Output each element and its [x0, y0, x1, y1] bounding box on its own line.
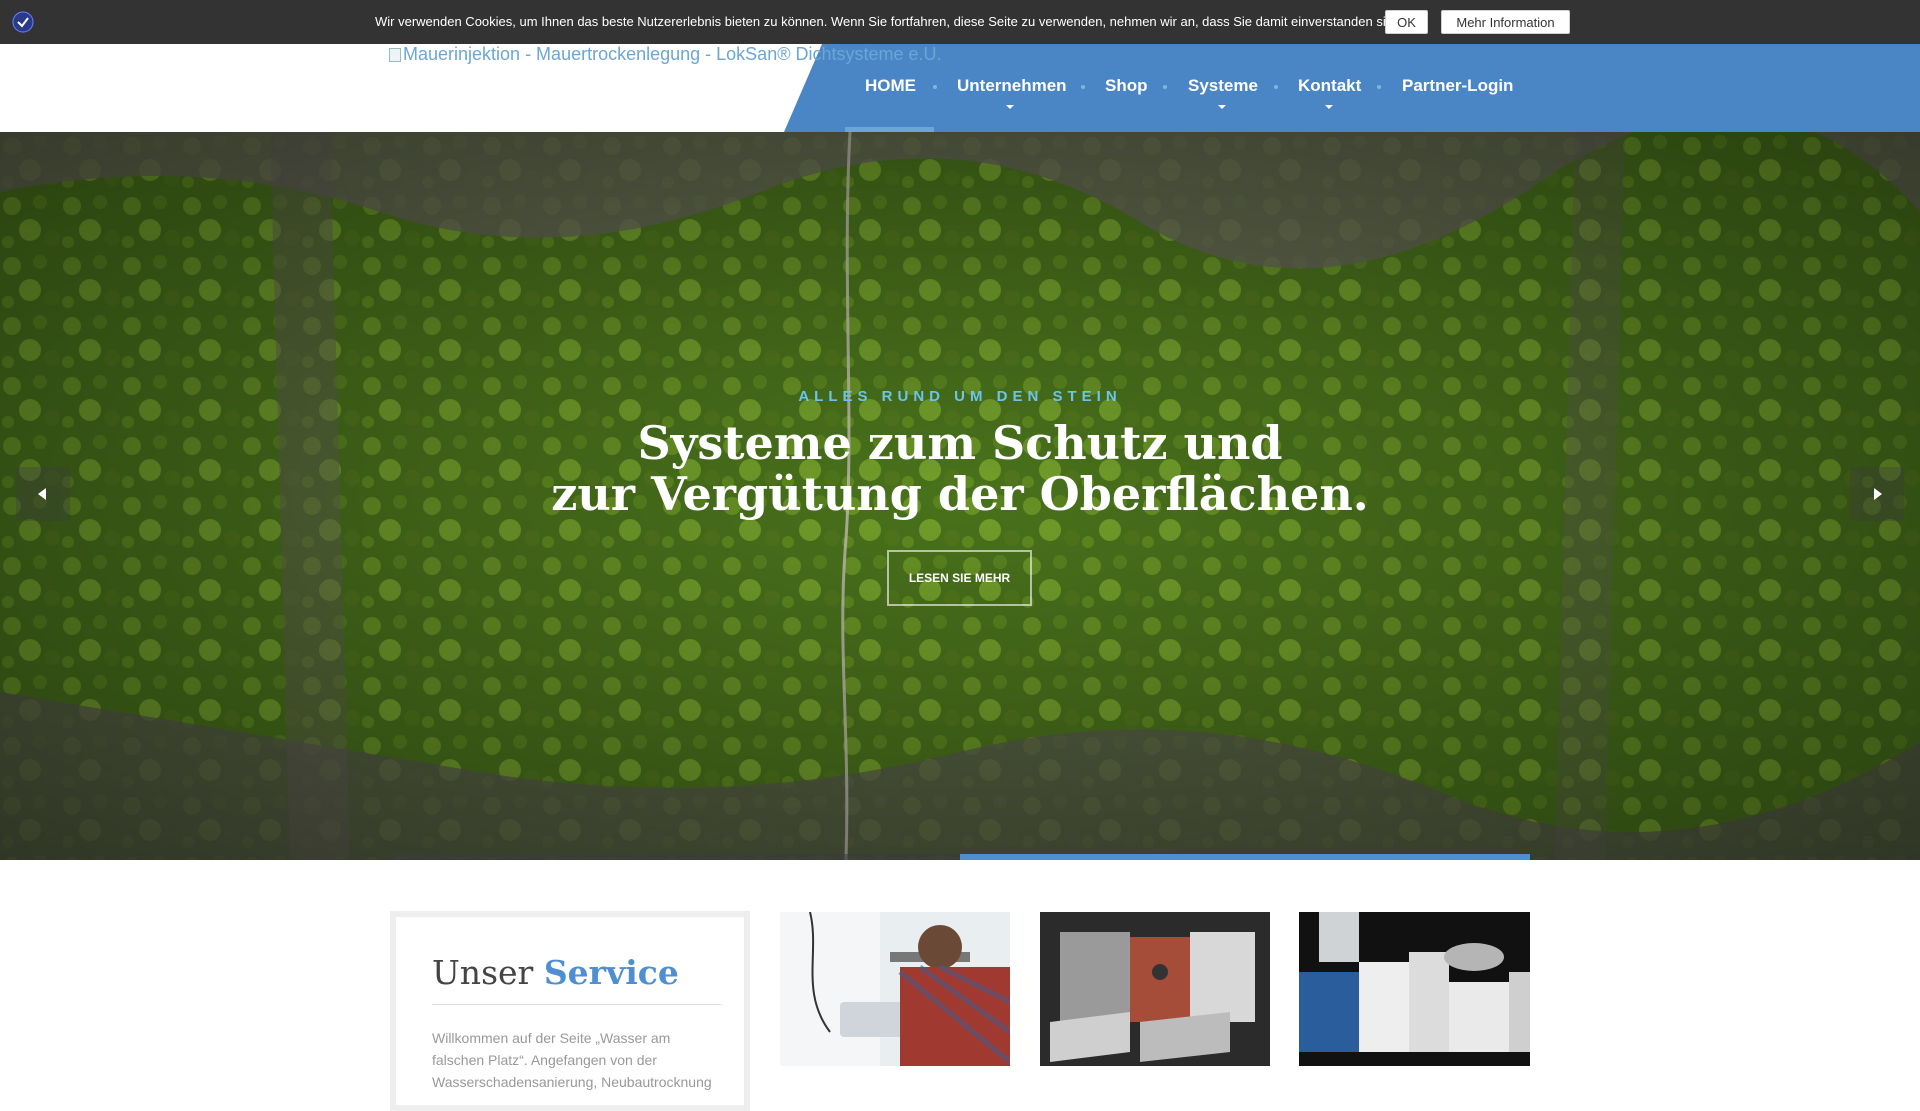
slider-prev-button[interactable] [16, 467, 70, 521]
site-header: Mauerinjektion - Mauertrockenlegung - Lo… [0, 44, 1920, 132]
nav-item-partner-login[interactable]: Partner-Login [1402, 76, 1513, 96]
nav-item-unternehmen[interactable]: Unternehmen [957, 76, 1067, 96]
nav-separator-dot [1377, 85, 1381, 89]
chevron-down-icon [1325, 105, 1333, 109]
nav-item-systeme[interactable]: Systeme [1188, 76, 1258, 96]
service-card: Unser Service Willkommen auf der Seite „… [390, 911, 750, 1111]
nav-separator-dot [1081, 85, 1085, 89]
nav-item-home[interactable]: HOME [865, 76, 916, 96]
hero-title-line1: Systeme zum Schutz und [637, 416, 1283, 470]
cookie-bar: Wir verwenden Cookies, um Ihnen das best… [0, 0, 1920, 44]
site-logo[interactable]: Mauerinjektion - Mauertrockenlegung - Lo… [389, 44, 942, 65]
hero-slider: ALLES RUND UM DEN STEIN Systeme zum Schu… [0, 132, 1920, 860]
service-intro-text: Willkommen auf der Seite „Wasser am fals… [432, 1030, 712, 1090]
divider [432, 1004, 721, 1005]
arrow-right-icon [1874, 488, 1882, 500]
hero-kicker: ALLES RUND UM DEN STEIN [798, 388, 1122, 405]
hero-title: Systeme zum Schutz und zur Vergütung der… [0, 418, 1920, 520]
slider-progress-track [390, 854, 960, 860]
service-heading-plain: Unser [432, 953, 534, 992]
cookie-ok-button[interactable]: OK [1385, 10, 1428, 34]
service-image-products[interactable] [1299, 912, 1530, 1066]
chevron-down-icon [1006, 105, 1014, 109]
service-heading: Unser Service [432, 953, 679, 992]
chevron-down-icon [1218, 105, 1226, 109]
read-more-button[interactable]: LESEN SIE MEHR [887, 550, 1032, 606]
logo-alt-text: Mauerinjektion - Mauertrockenlegung - Lo… [403, 44, 942, 64]
nav-separator-dot [933, 85, 937, 89]
service-image-worker[interactable] [780, 912, 1010, 1066]
nav-separator-dot [1163, 85, 1167, 89]
broken-image-icon [389, 47, 401, 62]
shield-check-icon[interactable] [12, 11, 34, 33]
cookie-message: Wir verwenden Cookies, um Ihnen das best… [375, 14, 1404, 29]
service-heading-accent: Service [543, 953, 679, 992]
nav-item-kontakt[interactable]: Kontakt [1298, 76, 1361, 96]
arrow-left-icon [38, 488, 46, 500]
slider-next-button[interactable] [1850, 467, 1904, 521]
nav-separator-dot [1274, 85, 1278, 89]
hero-title-line2: zur Vergütung der Oberflächen. [551, 467, 1369, 521]
service-image-wall-sections[interactable] [1040, 912, 1270, 1066]
slider-progress-bar [960, 854, 1530, 860]
cookie-more-info-button[interactable]: Mehr Information [1441, 10, 1570, 34]
nav-item-shop[interactable]: Shop [1105, 76, 1148, 96]
